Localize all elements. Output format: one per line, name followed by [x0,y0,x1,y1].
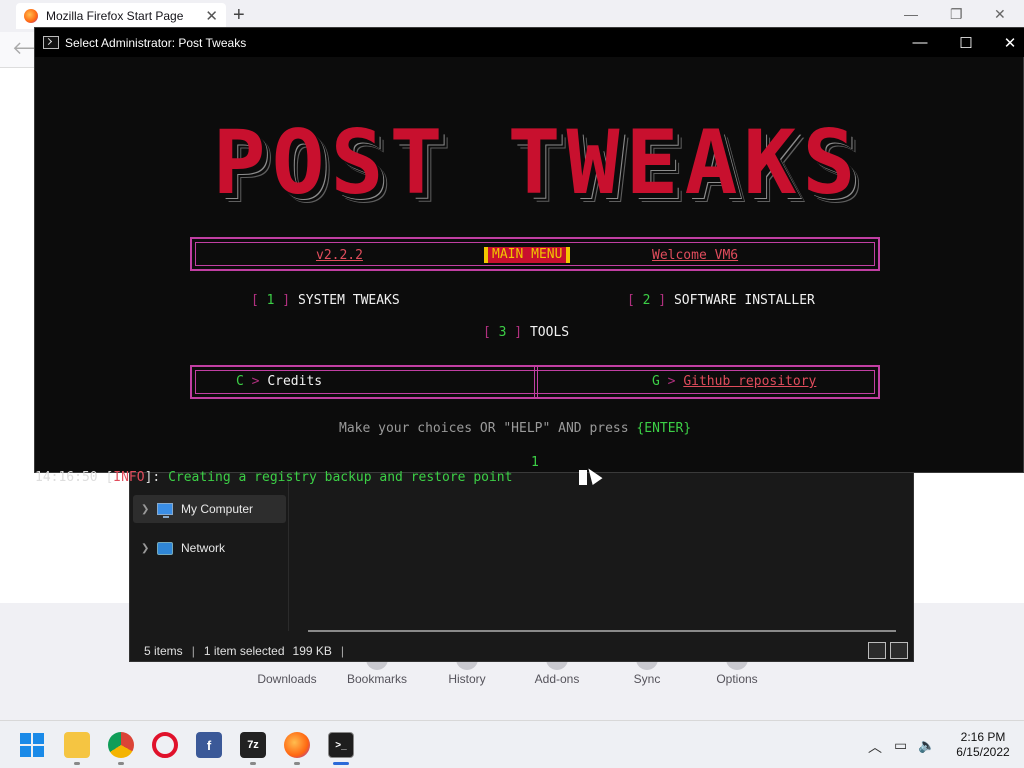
status-separator: | [340,644,345,658]
links-box: C > Credits G > Github repository [190,365,880,399]
links-divider [534,367,538,397]
running-indicator [74,762,80,765]
header-box: v2.2.2 MAIN MENU Welcome VM6 [190,237,880,271]
option-tools[interactable]: [ 3 ] TOOLS [483,325,569,340]
nav-item-label: Network [181,541,226,555]
nav-my-computer[interactable]: ❯ My Computer [133,495,286,523]
navigation-pane: ❯ My Computer ❯ Network [130,473,289,631]
facebook-icon[interactable]: f [196,732,222,758]
typed-input: 1 [531,455,539,470]
status-bar: 5 items | 1 item selected 199 KB | [130,639,915,663]
computer-icon [157,503,173,518]
console-window: Select Administrator: Post Tweaks — ☐ ✕ … [34,27,1024,485]
log-level: INFO [113,470,145,485]
console-titlebar: Select Administrator: Post Tweaks — ☐ ✕ [35,28,1024,57]
toolbar-history[interactable]: History [427,672,507,686]
clock[interactable]: 2:16 PM 6/15/2022 [948,730,1018,760]
close-icon[interactable]: ✕ [994,6,1006,23]
option-system-tweaks[interactable]: [ 1 ] SYSTEM TWEAKS [251,293,400,308]
file-explorer-window: ❯ My Computer ❯ Network 5 items | 1 item… [129,472,914,662]
start-button[interactable] [19,732,45,758]
7zip-icon[interactable]: 7z [240,732,266,758]
link-label: Credits [267,374,323,389]
opera-icon[interactable] [152,732,178,758]
nav-network[interactable]: ❯ Network [133,534,286,562]
chevron-right-icon[interactable]: ❯ [141,543,149,554]
toolbar-downloads[interactable]: Downloads [247,672,327,686]
network-icon [157,541,173,555]
log-line: 14:16:50 [INFO]: Creating a registry bac… [35,470,513,485]
version-label: v2.2.2 [316,248,363,263]
tab-title: Mozilla Firefox Start Page [46,9,184,23]
new-tab-icon[interactable]: + [233,4,245,27]
active-indicator [333,762,349,765]
status-separator: | [191,644,195,658]
running-indicator [118,762,124,765]
minimize-icon[interactable]: — [897,28,943,57]
toolbar-addons[interactable]: Add-ons [517,672,597,686]
windows-logo-icon [20,733,44,757]
close-icon[interactable]: ✕ [987,28,1024,57]
console-window-title: Select Administrator: Post Tweaks [65,35,247,50]
network-status-icon[interactable]: ▭ [894,737,907,754]
github-link[interactable]: G > Github repository [652,374,816,389]
selection-count: 1 item selected [203,644,285,658]
toolbar-options[interactable]: Options [697,672,777,686]
firefox-tab[interactable]: Mozilla Firefox Start Page ✕ [16,3,226,29]
file-explorer-icon[interactable] [64,732,90,758]
firefox-start-toolbar: Downloads Bookmarks History Add-ons Sync… [0,656,1024,692]
item-count: 5 items [144,644,183,658]
restore-icon[interactable]: ❐ [950,6,963,23]
taskbar: f 7z >_ ︿ ▭ 🔈 2:16 PM 6/15/2022 [0,720,1024,768]
chrome-icon[interactable] [108,732,134,758]
console-body[interactable]: POST TWEAKS v2.2.2 MAIN MENU Welcome VM6… [35,57,1023,485]
firefox-icon [24,9,38,23]
link-key: C [236,374,244,389]
option-label: TOOLS [529,325,570,340]
selection-size: 199 KB [292,644,332,658]
horizontal-scrollbar[interactable] [308,630,896,632]
log-time: 14:16:50 [35,470,98,485]
minimize-icon[interactable]: — [904,6,918,22]
volume-icon[interactable]: 🔈 [918,737,935,754]
credits-link[interactable]: C > Credits [236,374,322,389]
maximize-icon[interactable]: ☐ [943,28,989,57]
option-label: SOFTWARE INSTALLER [673,293,815,308]
main-menu-badge: MAIN MENU [484,247,571,263]
details-view-icon[interactable] [868,642,886,659]
toolbar-bookmarks[interactable]: Bookmarks [337,672,417,686]
chevron-right-icon[interactable]: ❯ [141,504,149,515]
input-prompt: Make your choices OR "HELP" AND press {E… [339,421,692,436]
close-tab-icon[interactable]: ✕ [205,7,218,25]
chevron-up-icon[interactable]: ︿ [868,737,882,757]
terminal-icon [43,36,59,49]
nav-item-label: My Computer [181,502,254,516]
option-software-installer[interactable]: [ 2 ] SOFTWARE INSTALLER [627,293,815,308]
running-indicator [294,762,300,765]
welcome-label: Welcome VM6 [652,248,739,263]
large-icons-view-icon[interactable] [890,642,908,659]
terminal-taskbar-icon[interactable]: >_ [328,732,354,758]
option-label: SYSTEM TWEAKS [297,293,400,308]
link-label: Github repository [683,374,817,389]
clock-date: 6/15/2022 [956,745,1010,759]
banner-text: POST TWEAKS [212,111,862,214]
running-indicator [250,762,256,765]
firefox-taskbar-icon[interactable] [284,732,310,758]
toolbar-sync[interactable]: Sync [607,672,687,686]
link-key: G [652,374,660,389]
log-message: Creating a registry backup and restore p… [168,470,513,485]
ascii-banner: POST TWEAKS [177,113,897,213]
clock-time: 2:16 PM [960,730,1006,744]
